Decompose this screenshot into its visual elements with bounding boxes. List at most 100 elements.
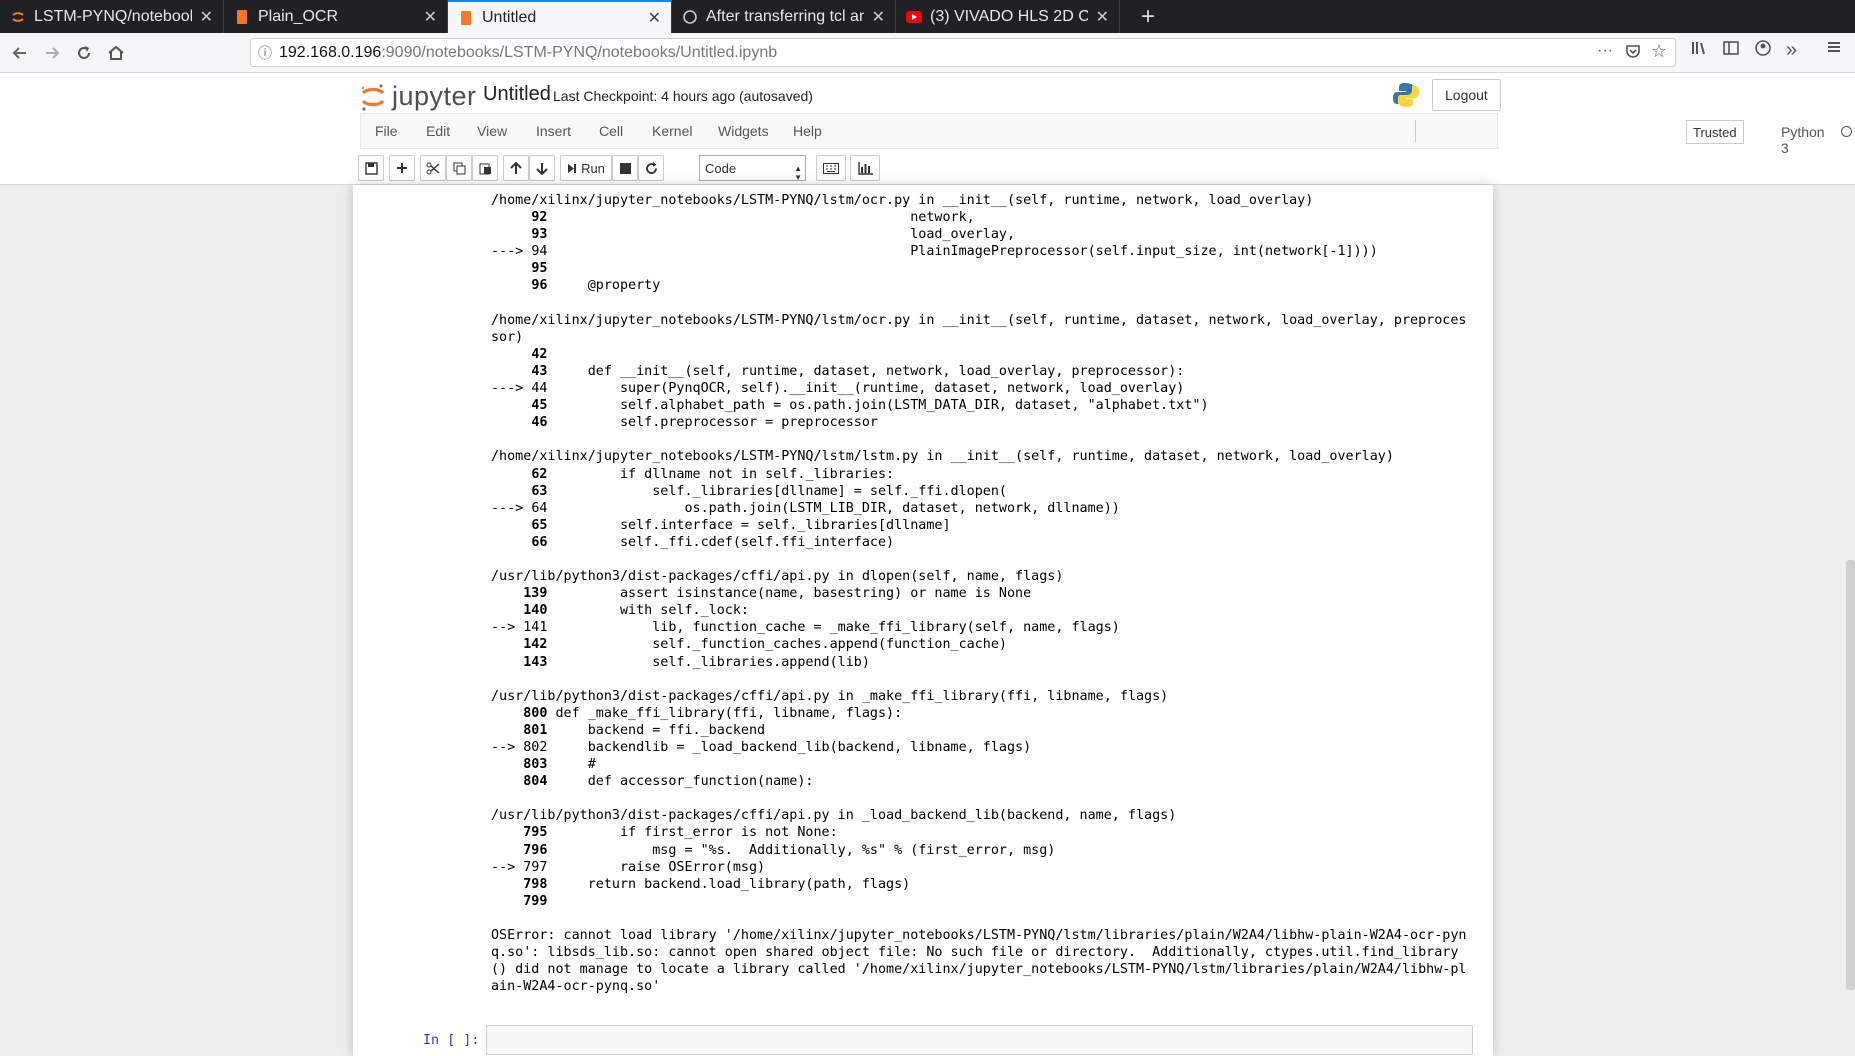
step-forward-icon	[568, 163, 577, 173]
chart-button[interactable]	[850, 155, 880, 181]
tab-vivado-hls[interactable]: (3) VIVADO HLS 2D Conv ✕	[896, 0, 1120, 33]
traceback-line: ---> 94 PlainImagePreprocessor(self.inpu…	[491, 244, 1378, 260]
traceback-line	[491, 551, 1471, 568]
code-cell-input[interactable]	[486, 1025, 1473, 1055]
traceback-line: 46 self.preprocessor = preprocessor	[531, 415, 878, 431]
save-icon	[364, 161, 378, 175]
url-path: :9090/notebooks/LSTM-PYNQ/notebooks/Unti…	[381, 43, 778, 61]
traceback-line: 796 msg = "%s. Additionally, %s" % (firs…	[523, 842, 1056, 858]
jupyter-logo[interactable]: jupyter	[360, 81, 477, 112]
back-arrow-icon	[12, 47, 26, 59]
move-down-button[interactable]	[529, 155, 555, 181]
tab-title: Untitled	[482, 8, 537, 26]
browser-nav-bar: ⓘ 192.168.0.196:9090/notebooks/LSTM-PYNQ…	[0, 33, 1855, 73]
tab-plain-ocr[interactable]: Plain_OCR ✕	[224, 0, 448, 33]
jupyter-logo-text: jupyter	[392, 81, 477, 111]
copy-button[interactable]	[446, 155, 472, 181]
back-button[interactable]	[6, 39, 34, 67]
overflow-chevron-icon[interactable]: »	[1786, 39, 1797, 62]
jupyter-logo-icon	[361, 83, 385, 111]
traceback-line: 795 if first_error is not None:	[523, 825, 838, 841]
menu-kernel[interactable]: Kernel	[652, 123, 692, 139]
traceback-line: 142 self._function_caches.append(functio…	[523, 637, 1007, 653]
close-icon[interactable]: ✕	[872, 7, 885, 27]
cut-button[interactable]	[420, 155, 446, 181]
paste-button[interactable]	[472, 155, 498, 181]
traceback-line	[491, 910, 1471, 927]
browser-tab-bar: LSTM-PYNQ/notebooks ✕ Plain_OCR ✕ Untitl…	[0, 0, 1855, 33]
logout-button[interactable]: Logout	[1432, 79, 1501, 111]
info-icon[interactable]: ⓘ	[251, 43, 279, 63]
divider	[1415, 120, 1416, 142]
traceback-line	[491, 295, 1471, 312]
scrollbar-thumb[interactable]	[1846, 560, 1855, 990]
copy-icon	[453, 162, 465, 174]
bar-chart-icon	[857, 161, 873, 175]
menu-view[interactable]: View	[477, 123, 507, 139]
menu-insert[interactable]: Insert	[536, 123, 571, 139]
tab-after-transferring[interactable]: After transferring tcl an ✕	[672, 0, 896, 33]
close-icon[interactable]: ✕	[424, 7, 437, 27]
move-up-button[interactable]	[503, 155, 529, 181]
new-tab-button[interactable]: +	[1130, 0, 1166, 33]
command-palette-button[interactable]	[816, 155, 846, 181]
traceback-line: 800 def _make_ffi_library(ffi, libname, …	[523, 705, 903, 721]
checkpoint-status: Last Checkpoint: 4 hours ago (autosaved)	[553, 88, 813, 104]
tab-title: LSTM-PYNQ/notebooks	[34, 7, 192, 25]
sidebar-icon[interactable]	[1722, 39, 1740, 62]
traceback-line	[491, 790, 1471, 807]
notebook-icon	[234, 9, 250, 25]
close-icon[interactable]: ✕	[200, 7, 213, 27]
tab-lstm-pynq-notebooks[interactable]: LSTM-PYNQ/notebooks ✕	[0, 0, 224, 33]
traceback-line: 803 #	[523, 757, 596, 773]
library-icon[interactable]	[1690, 39, 1708, 62]
more-actions-icon[interactable]: ···	[1597, 42, 1613, 60]
traceback-line: 798 return backend.load_library(path, fl…	[523, 876, 911, 892]
tab-title: (3) VIVADO HLS 2D Conv	[930, 7, 1088, 25]
home-button[interactable]	[102, 39, 130, 67]
restart-kernel-button[interactable]	[638, 155, 664, 181]
keyboard-icon	[823, 162, 839, 174]
traceback-line: ---> 44 super(PynqOCR, self).__init__(ru…	[491, 381, 1185, 397]
restart-icon	[645, 161, 657, 174]
trusted-indicator[interactable]: Trusted	[1686, 120, 1744, 144]
traceback-line: 95	[531, 261, 548, 277]
jupyter-header: jupyter Untitled Last Checkpoint: 4 hour…	[0, 73, 1855, 185]
menu-file[interactable]: File	[375, 123, 398, 139]
menu-cell[interactable]: Cell	[599, 123, 623, 139]
insert-cell-button[interactable]	[389, 155, 415, 181]
cell-type-value: Code	[705, 160, 737, 176]
traceback-line: 804 def accessor_function(name):	[523, 774, 814, 790]
url-host: 192.168.0.196	[279, 43, 382, 61]
close-icon[interactable]: ✕	[648, 8, 661, 28]
traceback-line: 143 self._libraries.append(lib)	[523, 654, 870, 670]
traceback-line: 63 self._libraries[dllname] = self._ffi.…	[531, 483, 1007, 499]
menu-edit[interactable]: Edit	[426, 123, 450, 139]
input-prompt: In [ ]:	[423, 1033, 480, 1048]
reload-button[interactable]	[70, 39, 98, 67]
cell-type-select[interactable]: Code ▲ ▼	[699, 155, 806, 182]
traceback-line: 62 if dllname not in self._libraries:	[531, 466, 895, 482]
traceback-line: /usr/lib/python3/dist-packages/cffi/api.…	[491, 569, 1064, 585]
interrupt-button[interactable]	[612, 155, 638, 181]
run-button[interactable]: Run	[560, 155, 612, 181]
traceback-line: /usr/lib/python3/dist-packages/cffi/api.…	[491, 688, 1169, 704]
menu-widgets[interactable]: Widgets	[718, 123, 769, 139]
traceback-line: 92 network,	[531, 210, 975, 226]
pocket-icon[interactable]	[1625, 43, 1641, 64]
arrow-down-icon	[536, 162, 548, 175]
bookmark-star-icon[interactable]: ☆	[1651, 41, 1667, 62]
forward-button[interactable]	[38, 39, 66, 67]
tab-untitled[interactable]: Untitled ✕	[448, 0, 672, 33]
kernel-name: Python 3	[1781, 124, 1825, 156]
menu-help[interactable]: Help	[793, 123, 822, 139]
close-icon[interactable]: ✕	[1096, 7, 1109, 27]
notebook-name[interactable]: Untitled	[483, 83, 551, 106]
traceback-line: /home/xilinx/jupyter_notebooks/LSTM-PYNQ…	[491, 312, 1467, 328]
paste-icon	[479, 163, 491, 174]
hamburger-menu-icon[interactable]	[1826, 39, 1842, 60]
traceback-line: --> 797 raise OSError(msg)	[491, 859, 766, 875]
account-icon[interactable]	[1754, 39, 1772, 62]
url-bar[interactable]: ⓘ 192.168.0.196:9090/notebooks/LSTM-PYNQ…	[250, 38, 1676, 67]
save-button[interactable]	[358, 155, 384, 181]
